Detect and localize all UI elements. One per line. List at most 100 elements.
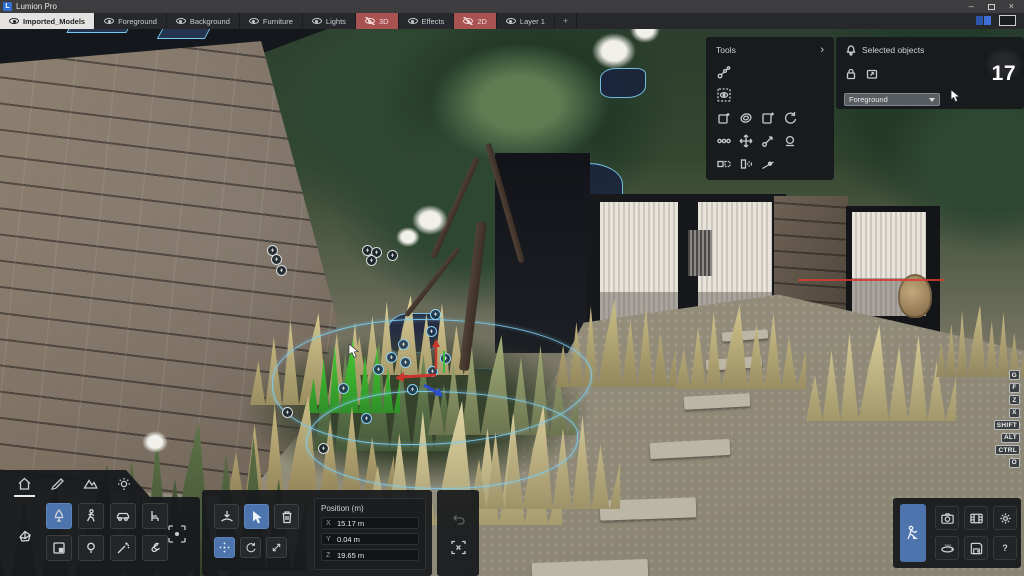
mouse-cursor xyxy=(348,343,360,359)
resize-frame-icon[interactable] xyxy=(865,68,878,81)
tab-weather-sun-icon[interactable] xyxy=(115,475,132,492)
visibility-eye-icon[interactable] xyxy=(9,17,19,25)
object-node-selected[interactable] xyxy=(430,309,441,320)
move-gizmo[interactable] xyxy=(390,335,460,405)
tab-2d[interactable]: 2D xyxy=(454,13,497,29)
tab-label: Effects xyxy=(422,17,445,26)
tab-lights[interactable]: Lights xyxy=(303,13,356,29)
dual-display-toggle-icon[interactable] xyxy=(976,16,991,25)
selection-outline xyxy=(306,391,578,489)
rotate-ground-icon[interactable] xyxy=(782,133,797,148)
tab-layer-1[interactable]: Layer 1 xyxy=(497,13,555,29)
tab-materials-brush-icon[interactable] xyxy=(49,475,66,492)
layer-dropdown[interactable]: Foreground xyxy=(844,93,940,106)
axis-label: Y xyxy=(326,536,332,543)
visibility-eye-icon[interactable] xyxy=(506,17,516,25)
focus-selection-icon[interactable] xyxy=(445,534,471,560)
object-node[interactable] xyxy=(318,443,329,454)
expand-chevron-icon[interactable]: › xyxy=(820,44,824,56)
move-mode-button[interactable] xyxy=(214,537,235,558)
chevron-down-icon xyxy=(929,98,935,102)
selection-visibility-icon[interactable] xyxy=(716,87,731,102)
minimize-button[interactable]: – xyxy=(969,2,974,11)
position-z-field[interactable]: Z 19.65 m xyxy=(321,549,419,561)
axis-label: Z xyxy=(326,552,332,559)
tab-landscape-mountain-icon[interactable] xyxy=(82,475,99,492)
position-y-field[interactable]: Y 0.04 m xyxy=(321,533,419,545)
nature-category-tree-icon[interactable] xyxy=(46,503,72,529)
key-badge: CTRL xyxy=(995,445,1020,455)
mass-select-icon[interactable] xyxy=(164,521,190,547)
tab-effects[interactable]: Effects xyxy=(399,13,455,29)
tab-label: Background xyxy=(190,17,230,26)
visibility-eye-icon[interactable] xyxy=(104,17,114,25)
visibility-eye-off-icon[interactable] xyxy=(365,17,375,25)
position-panel-title: Position (m) xyxy=(321,504,419,513)
delete-trash-button[interactable] xyxy=(274,504,299,529)
material-category-icon[interactable] xyxy=(46,535,72,561)
side-window xyxy=(846,206,940,332)
tab-imported-models[interactable]: Imported_Models xyxy=(0,13,95,29)
place-on-slope-icon[interactable] xyxy=(760,156,775,171)
object-node[interactable] xyxy=(276,265,287,276)
movie-filmstrip-icon[interactable] xyxy=(964,506,988,530)
tab-label: 3D xyxy=(379,17,389,26)
build-mode-button[interactable] xyxy=(900,504,926,562)
node-edit-icon[interactable] xyxy=(716,64,731,79)
tab-foreground[interactable]: Foreground xyxy=(95,13,167,29)
visibility-eye-off-icon[interactable] xyxy=(463,17,473,25)
help-icon[interactable]: ? xyxy=(993,536,1017,560)
object-node[interactable] xyxy=(282,407,293,418)
object-node[interactable] xyxy=(366,255,377,266)
save-disk-icon[interactable] xyxy=(964,536,988,560)
tab-3d[interactable]: 3D xyxy=(356,13,399,29)
copy-add-icon[interactable] xyxy=(716,110,731,125)
scale-tool-icon[interactable] xyxy=(760,133,775,148)
close-button[interactable]: × xyxy=(1009,2,1014,11)
object-node[interactable] xyxy=(387,250,398,261)
building-interior xyxy=(495,153,590,353)
align-horizontal-icon[interactable] xyxy=(716,156,731,171)
svg-text:360: 360 xyxy=(944,543,952,548)
rotate-mode-button[interactable] xyxy=(240,537,261,558)
visibility-eye-icon[interactable] xyxy=(249,17,259,25)
object-node-selected[interactable] xyxy=(361,413,372,424)
copy-rotate-icon[interactable] xyxy=(738,110,753,125)
lock-icon[interactable] xyxy=(844,68,857,81)
paste-add-icon[interactable] xyxy=(760,110,775,125)
reset-rotation-icon[interactable] xyxy=(782,110,797,125)
scale-mode-button[interactable] xyxy=(266,537,287,558)
tab-background[interactable]: Background xyxy=(167,13,240,29)
place-object-button[interactable] xyxy=(214,504,239,529)
maximize-button[interactable] xyxy=(988,4,995,10)
position-x-field[interactable]: X 15.17 m xyxy=(321,517,419,529)
tab-furniture[interactable]: Furniture xyxy=(240,13,303,29)
move-tool-icon[interactable] xyxy=(738,133,753,148)
object-node-selected[interactable] xyxy=(373,364,384,375)
effects-category-wand-icon[interactable] xyxy=(110,535,136,561)
visibility-eye-icon[interactable] xyxy=(312,17,322,25)
align-vertical-icon[interactable] xyxy=(738,156,753,171)
object-node-selected[interactable] xyxy=(338,383,349,394)
display-toggles xyxy=(976,15,1016,26)
select-tool-button[interactable] xyxy=(244,504,269,529)
flower-cluster xyxy=(592,33,636,69)
undo-icon[interactable] xyxy=(445,506,471,532)
panorama-360-icon[interactable]: 360 xyxy=(935,536,959,560)
layer-tab-bar: Imported_Models Foreground Background Fu… xyxy=(0,13,1024,29)
flower-cluster xyxy=(142,431,168,453)
visibility-eye-icon[interactable] xyxy=(176,17,186,25)
light-category-bulb-icon[interactable] xyxy=(78,535,104,561)
selected-objects-title: Selected objects xyxy=(862,45,924,55)
add-layer-button[interactable]: + xyxy=(555,13,577,29)
settings-gear-icon[interactable] xyxy=(993,506,1017,530)
imported-model-category-icon[interactable] xyxy=(10,511,40,561)
tab-objects-home-icon[interactable] xyxy=(16,475,33,492)
character-category-person-icon[interactable] xyxy=(78,503,104,529)
transport-category-car-icon[interactable] xyxy=(110,503,136,529)
object-node[interactable] xyxy=(271,254,282,265)
chain-link-icon[interactable] xyxy=(716,133,731,148)
visibility-eye-icon[interactable] xyxy=(408,17,418,25)
photo-camera-icon[interactable] xyxy=(935,506,959,530)
monitor-icon[interactable] xyxy=(999,15,1016,26)
